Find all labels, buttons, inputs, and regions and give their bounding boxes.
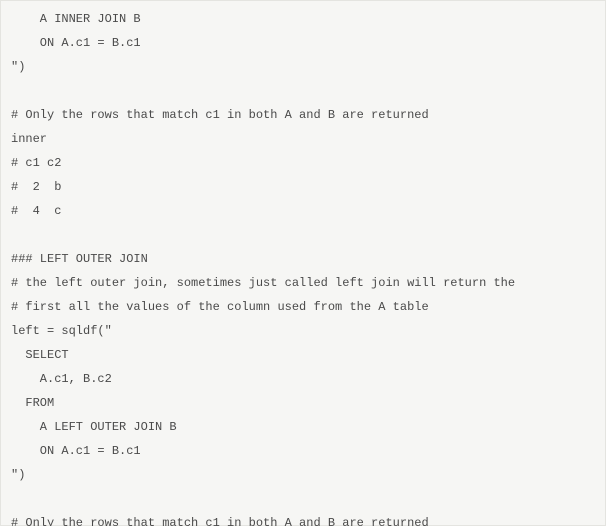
code-content: A INNER JOIN B ON A.c1 = B.c1 ") # Only … [11, 12, 515, 526]
code-listing: A INNER JOIN B ON A.c1 = B.c1 ") # Only … [0, 0, 606, 526]
